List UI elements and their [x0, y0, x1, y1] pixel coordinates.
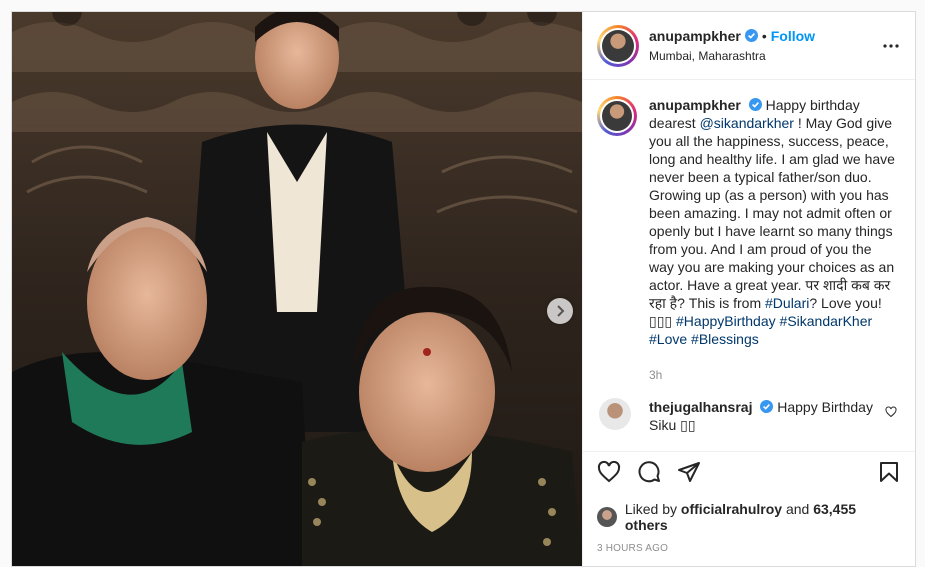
caption-time[interactable]: 3h [649, 366, 899, 384]
comments-section: anupampkher Happy birthday dearest @sika… [583, 80, 915, 451]
verified-badge-icon [748, 98, 762, 111]
action-bar [583, 451, 915, 491]
commenter-avatar[interactable] [599, 398, 631, 430]
comment-button[interactable] [637, 460, 661, 484]
post-timestamp[interactable]: 3 HOURS AGO [583, 533, 915, 566]
post-frame: anupampkher • Follow Mumbai, Maharashtra [11, 11, 916, 567]
verified-badge-icon [744, 29, 758, 42]
mention-link[interactable]: @sikandarkher [700, 115, 794, 131]
liked-by-and: and [785, 501, 810, 517]
author-username[interactable]: anupampkher [649, 27, 741, 45]
hashtag-link[interactable]: #Love [649, 331, 687, 347]
comment-item: thejugalhansraj Happy Birthday Siku ▯▯ [597, 398, 901, 434]
family-photo-image [12, 12, 582, 566]
hashtag-link[interactable]: #SikandarKher [780, 313, 873, 329]
post-caption: anupampkher Happy birthday dearest @sika… [597, 96, 901, 384]
follow-button[interactable]: Follow [771, 27, 815, 45]
paper-plane-icon [678, 461, 700, 482]
heart-icon [597, 460, 621, 482]
comment-bubble-icon [638, 460, 660, 482]
author-avatar[interactable] [597, 24, 639, 67]
more-options-button[interactable] [881, 36, 901, 56]
hashtag-link[interactable]: #Dulari [765, 295, 809, 311]
verified-badge-icon [760, 400, 774, 413]
post-header: anupampkher • Follow Mumbai, Maharashtra [583, 12, 915, 80]
caption-text: anupampkher Happy birthday dearest @sika… [649, 96, 899, 348]
commenter-username[interactable]: thejugalhansraj [649, 399, 752, 415]
liked-by-prefix: Liked by [624, 501, 678, 517]
post-location[interactable]: Mumbai, Maharashtra [649, 47, 815, 65]
caption-main: ! May God give you all the happiness, su… [649, 115, 895, 311]
caption-username[interactable]: anupampkher [649, 97, 741, 113]
post-photo[interactable] [12, 12, 582, 566]
chevron-right-icon [557, 305, 565, 317]
author-avatar-image [602, 29, 634, 62]
hashtag-link[interactable]: #Blessings [691, 331, 759, 347]
comment-like-heart-icon[interactable] [885, 406, 897, 418]
more-options-icon [883, 43, 899, 48]
hashtag-link[interactable]: #HappyBirthday [676, 313, 776, 329]
like-button[interactable] [597, 460, 621, 484]
share-button[interactable] [677, 460, 701, 484]
separator-dot: • [761, 27, 767, 44]
caption-avatar[interactable] [597, 96, 637, 136]
likes-summary: Liked by officialrahulroy and 63,455 oth… [583, 491, 915, 533]
post-side-panel: anupampkher • Follow Mumbai, Maharashtra [582, 12, 915, 566]
save-button[interactable] [877, 460, 901, 484]
next-photo-button[interactable] [547, 298, 573, 324]
bookmark-icon [880, 461, 898, 482]
liker-avatar[interactable] [597, 507, 617, 527]
liked-by-user[interactable]: officialrahulroy [681, 501, 782, 517]
caption-avatar-image [602, 101, 632, 131]
